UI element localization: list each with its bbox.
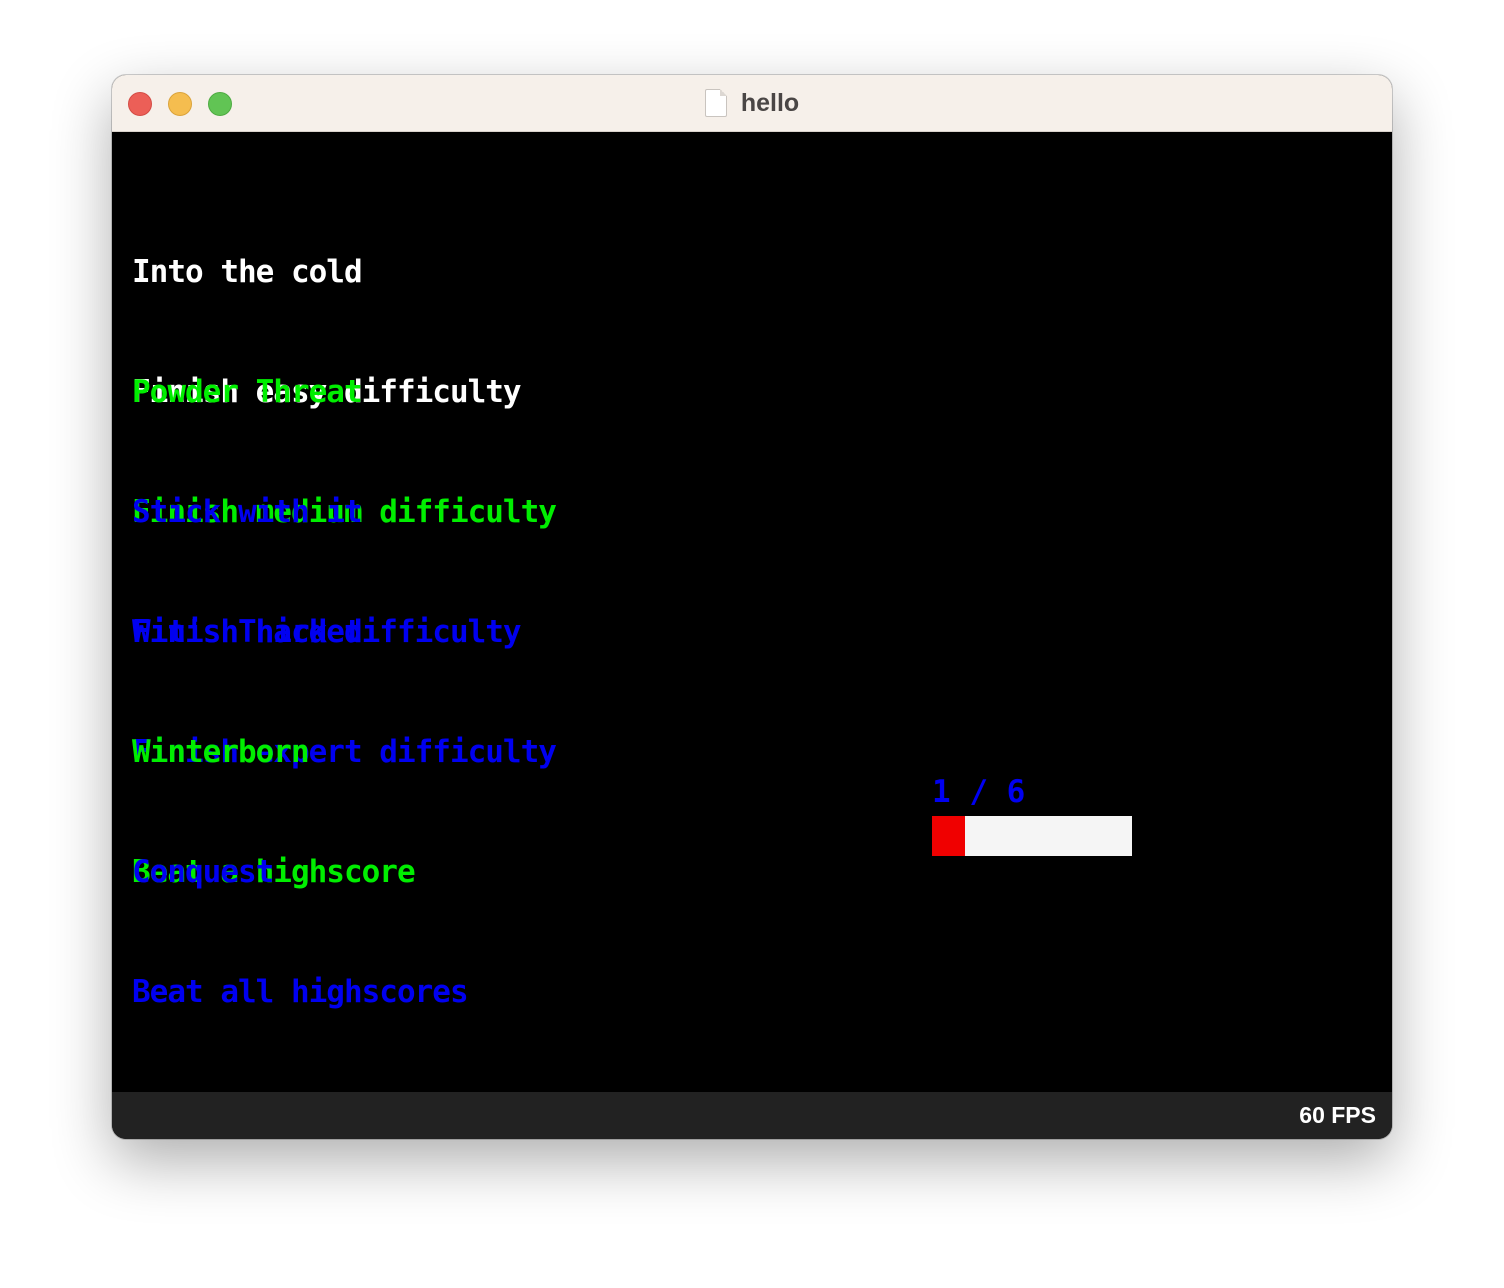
- conquest-progress-fill: [932, 816, 966, 856]
- document-icon: [704, 89, 727, 117]
- conquest-progress-label: 1 / 6: [932, 774, 1026, 810]
- achievement-name: Stick with it: [132, 494, 363, 530]
- fps-counter: 60 FPS: [1299, 1102, 1376, 1128]
- achievement-name: Wit's Thicket: [132, 614, 363, 650]
- title-bar[interactable]: hello: [112, 75, 1392, 132]
- achievement-name: Winterborn: [132, 734, 310, 770]
- status-bar: 60 FPS: [112, 1092, 1392, 1139]
- window-title: hello: [740, 88, 800, 117]
- achievement-name: Conquest: [132, 854, 274, 890]
- game-canvas[interactable]: Into the cold Finish easy difficulty Pow…: [112, 132, 1392, 1092]
- conquest-progress-bar: [932, 816, 1132, 856]
- achievement-name: Powder Threat: [132, 374, 363, 410]
- achievement-description: Beat all highscores: [132, 974, 469, 1010]
- window-title-group: hello: [112, 75, 1392, 131]
- achievement-name: Into the cold: [132, 254, 363, 290]
- app-window: hello Into the cold Finish easy difficul…: [112, 75, 1392, 1139]
- achievement-conquest: Conquest Beat all highscores: [132, 772, 469, 1092]
